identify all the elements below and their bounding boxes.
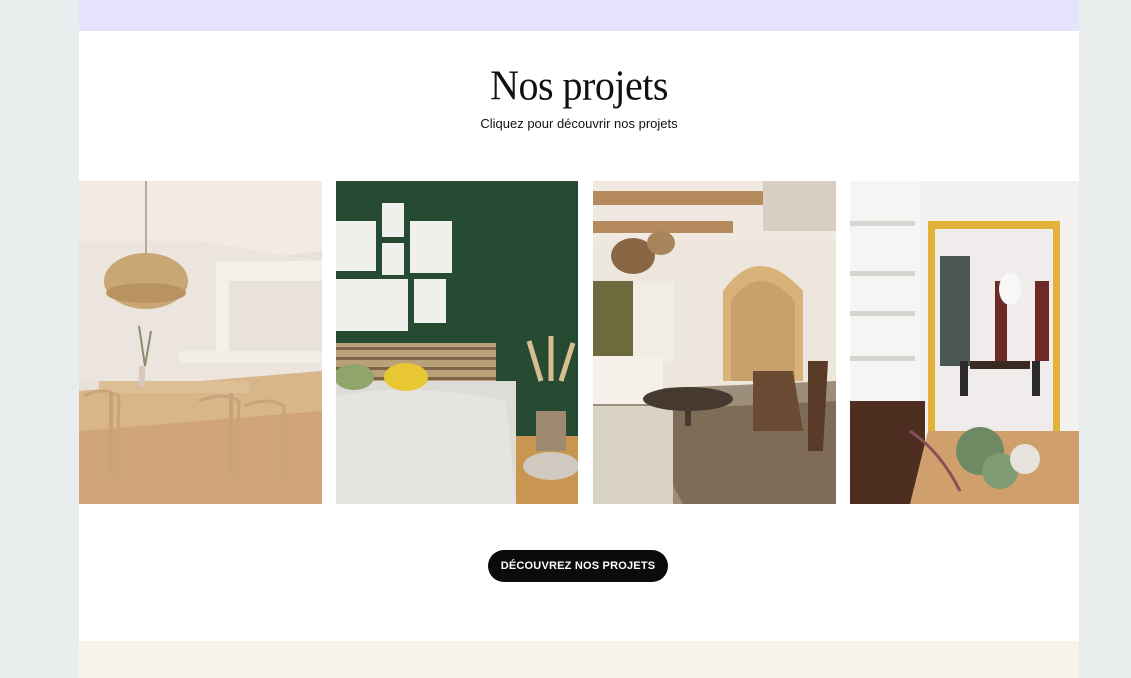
bottom-section-band: [79, 641, 1079, 678]
dining-room-photo: [79, 181, 322, 504]
hallway-dining-photo: [850, 181, 1079, 504]
living-room-arch-photo: [593, 181, 836, 504]
discover-projects-button[interactable]: DÉCOUVREZ NOS PROJETS: [488, 550, 668, 582]
project-card-bedroom[interactable]: [336, 181, 578, 504]
page-container: Nos projets Cliquez pour découvrir nos p…: [79, 0, 1079, 678]
section-title: Nos projets: [490, 61, 668, 110]
project-card-hallway[interactable]: [850, 181, 1079, 504]
top-section-band: [79, 0, 1079, 31]
project-card-dining-room[interactable]: [79, 181, 322, 504]
section-subtitle: Cliquez pour découvrir nos projets: [480, 116, 678, 131]
bedroom-green-wall-photo: [336, 181, 578, 504]
project-card-living-room[interactable]: [593, 181, 836, 504]
